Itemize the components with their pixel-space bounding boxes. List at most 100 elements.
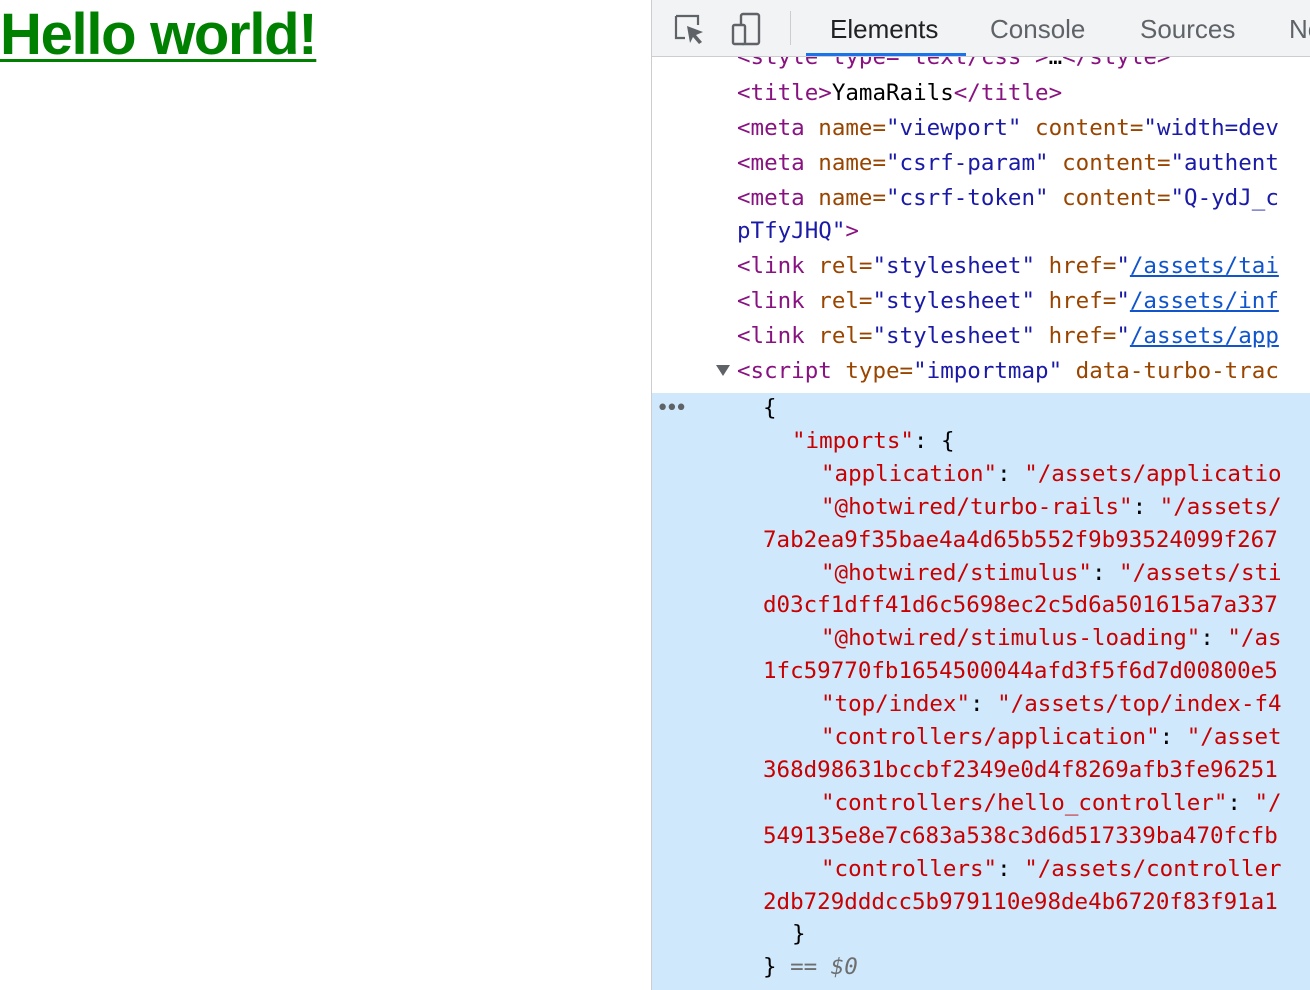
attr-name: rel= (818, 253, 873, 279)
dom-node-link-2[interactable]: <link rel="stylesheet" href="/assets/inf (737, 285, 1310, 318)
dom-node-meta-csrf-param[interactable]: <meta name="csrf-param" content="authent (737, 147, 1310, 180)
link-tag: <link (737, 288, 805, 314)
json-line: } == $0 (763, 951, 1310, 984)
json-value: "/as (1227, 625, 1282, 652)
meta-tag: <meta (737, 115, 805, 141)
dom-node-meta-viewport[interactable]: <meta name="viewport" content="width=dev (737, 112, 1310, 145)
title-close-tag: </title> (953, 80, 1063, 106)
attr-name: href= (1048, 253, 1117, 279)
expand-triangle-icon[interactable] (716, 365, 730, 376)
page-viewport: Hello world! (0, 0, 651, 990)
json-line: 549135e8e7c683a538c3d6d517339ba470fcfb (763, 820, 1310, 853)
attr-name: name= (818, 115, 887, 141)
json-line: d03cf1dff41d6c5698ec2c5d6a501615a7a337 (763, 589, 1310, 622)
json-value: "/assets/controller (1024, 855, 1282, 882)
tab-elements[interactable]: Elements (830, 0, 938, 56)
attr-name: href= (1048, 323, 1117, 349)
attr-name: name= (818, 185, 887, 211)
json-brace: } (763, 954, 777, 981)
attr-name: rel= (818, 323, 873, 349)
json-value: 368d98631bccbf2349e0d4f8269afb3fe96251 (763, 756, 1278, 783)
tag-close: > (845, 218, 859, 244)
tab-network[interactable]: Ne (1289, 0, 1310, 56)
json-line: "controllers/hello_controller": "/ (821, 787, 1310, 820)
style-ellipsis[interactable]: … (1049, 57, 1063, 70)
json-colon: : (1091, 559, 1120, 586)
attr-name: content= (1035, 115, 1144, 141)
attr-value: "authent (1170, 150, 1279, 176)
json-colon: : (1159, 724, 1187, 750)
json-value: "/asset (1186, 724, 1282, 750)
dom-node-link-3[interactable]: <link rel="stylesheet" href="/assets/app (737, 320, 1310, 353)
json-value: "/ (1254, 789, 1282, 816)
quote: " (1116, 288, 1130, 314)
attr-value: "Q-ydJ_c (1170, 185, 1279, 211)
quote: " (1116, 253, 1130, 279)
link-tag: <link (737, 253, 805, 279)
element-picker-icon[interactable] (672, 12, 706, 46)
json-line: "@hotwired/turbo-rails": "/assets/ (821, 491, 1310, 524)
json-line: "@hotwired/stimulus": "/assets/sti (821, 557, 1310, 590)
json-value: "/assets/applicatio (1024, 460, 1282, 487)
json-value: "/assets/top/index-f4 (997, 691, 1282, 718)
attr-value: "width=dev (1143, 115, 1279, 141)
more-options-icon[interactable]: ••• (656, 392, 688, 425)
meta-tag: <meta (737, 185, 805, 211)
json-key: "@hotwired/stimulus-loading" (821, 625, 1201, 652)
devtools-toolbar: Elements Console Sources Ne (652, 0, 1310, 57)
json-key: "@hotwired/turbo-rails" (821, 493, 1133, 520)
json-line: 7ab2ea9f35bae4a4d65b552f9b93524099f267 (763, 524, 1310, 557)
json-value: 549135e8e7c683a538c3d6d517339ba470fcfb (763, 822, 1278, 849)
dom-node-meta-csrf-token-continued: pTfyJHQ"> (737, 215, 1310, 248)
json-line: "controllers/application": "/asset (821, 721, 1310, 754)
attr-value: "stylesheet" (872, 323, 1036, 349)
selected-node-marker: == $0 (790, 954, 858, 981)
href-link[interactable]: /assets/app (1130, 323, 1279, 349)
device-toolbar-icon[interactable] (730, 12, 764, 46)
json-key: "@hotwired/stimulus" (821, 559, 1092, 586)
dom-node-style[interactable]: <style type="text/css">…</style> (737, 57, 1310, 74)
style-open-tag: <style type="text/css"> (737, 57, 1049, 70)
attr-name: content= (1062, 185, 1171, 211)
json-key: "application" (821, 460, 998, 487)
devtools-panel: Elements Console Sources Ne <style type=… (651, 0, 1310, 990)
attr-value: "csrf-token" (886, 185, 1049, 211)
link-tag: <link (737, 323, 805, 349)
json-colon: : (1200, 625, 1228, 652)
json-colon: : (997, 855, 1025, 882)
title-open-tag: <title> (737, 80, 832, 106)
json-brace: } (792, 921, 806, 948)
tab-sources[interactable]: Sources (1140, 0, 1235, 56)
tab-console[interactable]: Console (990, 0, 1085, 56)
attr-name: rel= (818, 288, 873, 314)
toolbar-separator (790, 11, 791, 45)
json-line: "imports": { (792, 425, 1310, 458)
style-close-tag: </style> (1062, 57, 1171, 70)
active-tab-indicator (806, 53, 966, 56)
json-key: "controllers/hello_controller" (821, 789, 1228, 816)
title-text: YamaRails (831, 80, 954, 106)
dom-node-meta-csrf-token[interactable]: <meta name="csrf-token" content="Q-ydJ_c (737, 182, 1310, 215)
dom-node-title[interactable]: <title>YamaRails</title> (737, 77, 1310, 110)
quote: " (1116, 323, 1130, 349)
json-value: "/assets/sti (1119, 559, 1282, 586)
dom-node-link-1[interactable]: <link rel="stylesheet" href="/assets/tai (737, 250, 1310, 283)
json-value: 1fc59770fb1654500044afd3f5f6d7d00800e5 (763, 658, 1278, 685)
json-line: { (763, 392, 1310, 425)
json-colon: : (970, 691, 998, 718)
json-value: 2db729dddcc5b979110e98de4b6720f83f91a1 (763, 888, 1278, 915)
attr-name: type= (845, 358, 914, 384)
json-key: "controllers" (821, 855, 998, 882)
json-key: "top/index" (821, 691, 971, 718)
attr-name: href= (1048, 288, 1117, 314)
attr-value: "viewport" (886, 115, 1022, 141)
href-link[interactable]: /assets/tai (1130, 253, 1279, 279)
href-link[interactable]: /assets/inf (1130, 288, 1279, 314)
json-value: "/assets/ (1159, 493, 1282, 520)
attr-value: "stylesheet" (872, 253, 1036, 279)
dom-node-script-importmap[interactable]: <script type="importmap" data-turbo-trac (737, 355, 1310, 388)
dom-tree: <style type="text/css">…</style> <title>… (652, 57, 1310, 990)
page-heading-link[interactable]: Hello world! (0, 2, 318, 68)
json-brace: { (763, 395, 777, 421)
json-value: d03cf1dff41d6c5698ec2c5d6a501615a7a337 (763, 592, 1278, 619)
